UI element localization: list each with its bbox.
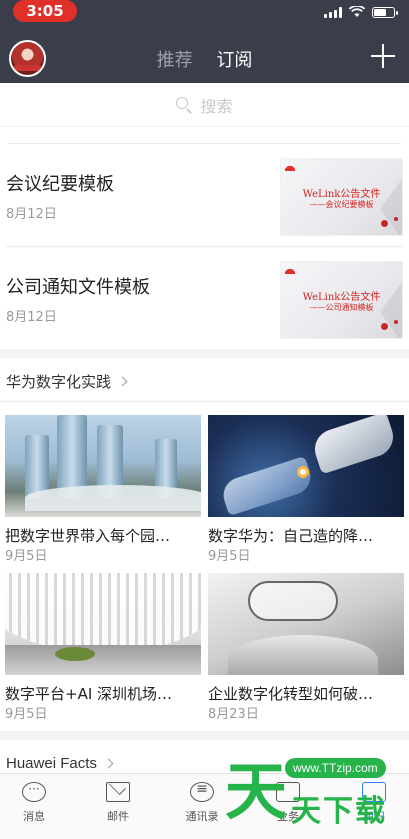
watermark: 天 www.TTzip.com 天下载	[225, 744, 405, 839]
card-item[interactable]: 数字华为：自己造的降… 9月5日	[208, 415, 404, 565]
card-date: 9月5日	[5, 549, 48, 564]
card-title: 把数字世界带入每个园…	[5, 527, 171, 545]
nav-mail[interactable]: 邮件	[88, 782, 148, 824]
watermark-glyph: 天	[225, 755, 288, 828]
article-item[interactable]: 公司通知文件模板 8月12日 WeLink公告文件 ——公司通知模板	[0, 247, 409, 347]
card-image-city	[5, 415, 201, 517]
article-title: 公司通知文件模板	[6, 277, 150, 298]
chevron-right-icon	[103, 758, 114, 769]
wifi-icon	[349, 6, 365, 17]
card-item[interactable]: 把数字世界带入每个园… 9月5日	[5, 415, 201, 565]
card-item[interactable]: 企业数字化转型如何破… 8月23日	[208, 573, 404, 723]
card-image-cloud	[208, 573, 404, 675]
article-item[interactable]: 会议纪要模板 8月12日 WeLink公告文件 ——会议纪要模板	[0, 144, 409, 244]
article-title: 会议纪要模板	[6, 174, 114, 195]
facts-header[interactable]: Huawei Facts	[6, 755, 114, 772]
add-icon[interactable]	[371, 44, 395, 68]
nav-label: 通讯录	[185, 810, 219, 823]
section-gap	[0, 349, 409, 358]
divider	[0, 401, 409, 402]
battery-icon	[372, 6, 398, 18]
nav-messages[interactable]: 消息	[4, 782, 64, 824]
article-thumbnail: WeLink公告文件 ——会议纪要模板	[280, 158, 403, 236]
huawei-logo-icon	[285, 266, 295, 274]
search-icon	[176, 96, 192, 113]
card-title: 企业数字化转型如何破…	[208, 685, 374, 703]
chevron-right-icon	[117, 376, 128, 387]
section-gap	[0, 731, 409, 740]
message-icon	[22, 782, 46, 802]
card-item[interactable]: 数字平台+AI 深圳机场… 9月5日	[5, 573, 201, 723]
card-date: 8月23日	[208, 707, 259, 722]
search-placeholder: 搜索	[200, 96, 233, 116]
card-image-airport	[5, 573, 201, 675]
huawei-logo-icon	[285, 163, 295, 171]
tab-recommend[interactable]: 推荐	[157, 46, 193, 72]
facts-title: Huawei Facts	[6, 755, 97, 772]
article-date: 8月12日	[6, 207, 57, 222]
header-tabs: 推荐 订阅	[0, 46, 409, 72]
section-header[interactable]: 华为数字化实践	[6, 371, 128, 392]
contacts-icon	[190, 781, 214, 802]
watermark-site: www.TTzip.com	[285, 758, 386, 778]
status-icons	[324, 6, 398, 18]
watermark-text: 天下载	[291, 794, 387, 829]
card-image-hand	[208, 415, 404, 517]
section-title: 华为数字化实践	[6, 373, 112, 391]
card-date: 9月5日	[208, 549, 251, 564]
signal-icon	[324, 6, 342, 18]
mail-icon	[106, 782, 130, 802]
nav-label: 消息	[23, 810, 45, 823]
search-bar[interactable]: 搜索	[0, 83, 409, 127]
nav-label: 邮件	[107, 810, 129, 823]
nav-contacts[interactable]: 通讯录	[172, 781, 232, 824]
article-date: 8月12日	[6, 310, 57, 325]
article-thumbnail: WeLink公告文件 ——公司通知模板	[280, 261, 403, 339]
status-time: 3:05	[13, 0, 77, 22]
card-title: 数字华为：自己造的降…	[208, 527, 374, 545]
top-header: 3:05 推荐 订阅	[0, 0, 409, 83]
tab-subscribe[interactable]: 订阅	[216, 46, 252, 72]
card-date: 9月5日	[5, 707, 48, 722]
card-title: 数字平台+AI 深圳机场…	[5, 685, 173, 703]
